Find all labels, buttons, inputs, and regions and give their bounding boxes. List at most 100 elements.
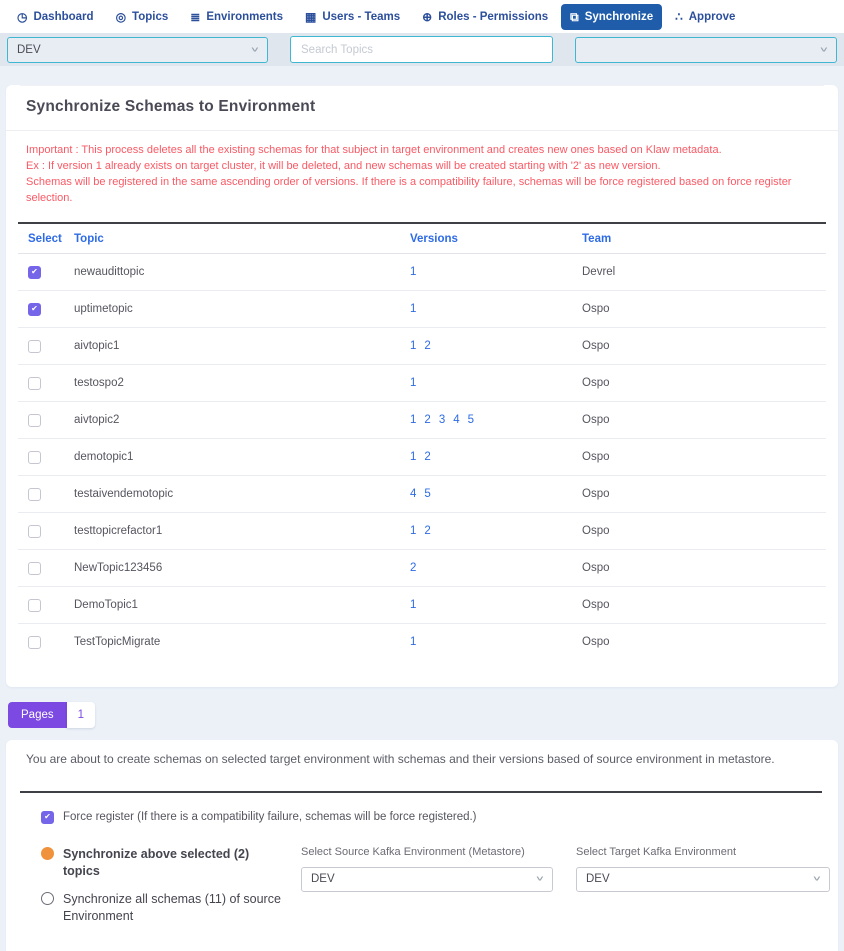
table-row: testtopicrefactor1 12 Ospo — [18, 513, 826, 550]
topics-icon: ◎ — [116, 11, 126, 23]
users-teams-icon: ▦ — [305, 11, 316, 23]
dashboard-icon: ◷ — [17, 11, 27, 23]
version-link[interactable]: 1 — [410, 303, 416, 315]
nav-item-label: Users - Teams — [322, 11, 400, 23]
warning-text: Schemas will be registered in the same a… — [26, 174, 818, 206]
version-link[interactable]: 1 — [410, 377, 416, 389]
pagination: Pages 1 — [8, 702, 844, 727]
topic-versions: 12345 — [410, 402, 582, 439]
top-nav: ◷ Dashboard ◎ Topics ≣ Environments ▦ Us… — [0, 0, 844, 33]
nav-item-approve[interactable]: ∴ Approve — [666, 4, 744, 30]
column-header-versions: Versions — [410, 223, 582, 254]
topic-select-checkbox[interactable] — [28, 414, 41, 427]
warning-text: Important : This process deletes all the… — [26, 142, 818, 158]
version-link[interactable]: 3 — [439, 414, 445, 426]
topic-team: Ospo — [582, 402, 826, 439]
table-row: demotopic1 12 Ospo — [18, 439, 826, 476]
nav-item-synchronize[interactable]: ⧉ Synchronize — [561, 4, 662, 30]
source-env-select[interactable]: DEV ∨ — [301, 867, 553, 892]
version-link[interactable]: 5 — [424, 488, 430, 500]
version-link[interactable]: 1 — [410, 525, 416, 537]
topic-team: Devrel — [582, 254, 826, 291]
nav-item-environments[interactable]: ≣ Environments — [181, 4, 292, 30]
version-link[interactable]: 1 — [410, 266, 416, 278]
version-link[interactable]: 1 — [410, 414, 416, 426]
nav-item-roles-permissions[interactable]: ⊕ Roles - Permissions — [413, 4, 557, 30]
version-link[interactable]: 1 — [410, 451, 416, 463]
team-filter-select[interactable]: ∨ — [575, 37, 837, 63]
force-register-checkbox[interactable]: ✔ — [41, 811, 54, 824]
chevron-down-icon: ∨ — [819, 45, 829, 53]
sync-schemas-panel: Synchronize Schemas to Environment Impor… — [6, 85, 838, 687]
topic-name: testospo2 — [74, 365, 410, 402]
version-link[interactable]: 2 — [424, 414, 430, 426]
topic-versions: 1 — [410, 587, 582, 624]
topic-team: Ospo — [582, 291, 826, 328]
nav-item-topics[interactable]: ◎ Topics — [107, 4, 178, 30]
topic-select-checkbox[interactable] — [28, 340, 41, 353]
force-register-label: Force register (If there is a compatibil… — [63, 811, 477, 823]
topic-select-checkbox[interactable] — [28, 636, 41, 649]
nav-item-users-teams[interactable]: ▦ Users - Teams — [296, 4, 409, 30]
version-link[interactable]: 2 — [410, 562, 416, 574]
topic-select-checkbox[interactable] — [28, 488, 41, 501]
topic-versions: 12 — [410, 328, 582, 365]
version-link[interactable]: 2 — [424, 340, 430, 352]
environment-filter-select[interactable]: DEV ∨ — [7, 37, 268, 63]
version-link[interactable]: 1 — [410, 636, 416, 648]
topic-name: NewTopic123456 — [74, 550, 410, 587]
sync-info-text: You are about to create schemas on selec… — [6, 752, 838, 766]
table-row: ✔ newaudittopic 1 Devrel — [18, 254, 826, 291]
topic-team: Ospo — [582, 587, 826, 624]
nav-item-label: Roles - Permissions — [438, 11, 548, 23]
nav-item-label: Synchronize — [585, 11, 653, 23]
target-env-field: Select Target Kafka Environment DEV ∨ — [576, 846, 830, 936]
column-header-topic: Topic — [74, 223, 410, 254]
version-link[interactable]: 1 — [410, 599, 416, 611]
filter-bar: DEV ∨ ∨ — [0, 33, 844, 66]
sync-all-label: Synchronize all schemas (11) of source E… — [63, 891, 289, 925]
table-row: NewTopic123456 2 Ospo — [18, 550, 826, 587]
nav-item-label: Approve — [689, 11, 736, 23]
topic-versions: 12 — [410, 439, 582, 476]
warning-text: Ex : If version 1 already exists on targ… — [26, 158, 818, 174]
chevron-down-icon: ∨ — [535, 874, 545, 882]
topic-versions: 45 — [410, 476, 582, 513]
version-link[interactable]: 4 — [453, 414, 459, 426]
sync-action-panel: You are about to create schemas on selec… — [6, 740, 838, 951]
table-row: aivtopic1 12 Ospo — [18, 328, 826, 365]
version-link[interactable]: 4 — [410, 488, 416, 500]
table-row: testaivendemotopic 45 Ospo — [18, 476, 826, 513]
nav-item-label: Dashboard — [33, 11, 93, 23]
sync-options-row: Synchronize above selected (2) topics Sy… — [6, 846, 838, 936]
table-row: TestTopicMigrate 1 Ospo — [18, 624, 826, 661]
nav-item-label: Environments — [206, 11, 283, 23]
sync-selected-label: Synchronize above selected (2) topics — [63, 846, 289, 880]
topic-select-checkbox[interactable] — [28, 377, 41, 390]
topic-team: Ospo — [582, 476, 826, 513]
topic-select-checkbox[interactable] — [28, 525, 41, 538]
version-link[interactable]: 2 — [424, 525, 430, 537]
topic-name: testtopicrefactor1 — [74, 513, 410, 550]
topic-name: newaudittopic — [74, 254, 410, 291]
topic-team: Ospo — [582, 513, 826, 550]
topic-name: DemoTopic1 — [74, 587, 410, 624]
topic-select-checkbox[interactable]: ✔ — [28, 303, 41, 316]
topic-select-checkbox[interactable]: ✔ — [28, 266, 41, 279]
sync-all-radio[interactable] — [41, 892, 54, 905]
topic-name: demotopic1 — [74, 439, 410, 476]
topic-select-checkbox[interactable] — [28, 599, 41, 612]
topic-name: TestTopicMigrate — [74, 624, 410, 661]
sync-selected-radio[interactable] — [41, 847, 54, 860]
page-button-1[interactable]: 1 — [67, 702, 95, 728]
topic-name: testaivendemotopic — [74, 476, 410, 513]
version-link[interactable]: 5 — [468, 414, 474, 426]
chevron-down-icon: ∨ — [812, 874, 822, 882]
version-link[interactable]: 2 — [424, 451, 430, 463]
topic-select-checkbox[interactable] — [28, 451, 41, 464]
topic-select-checkbox[interactable] — [28, 562, 41, 575]
nav-item-dashboard[interactable]: ◷ Dashboard — [8, 4, 103, 30]
target-env-select[interactable]: DEV ∨ — [576, 867, 830, 892]
version-link[interactable]: 1 — [410, 340, 416, 352]
search-topics-input[interactable] — [290, 36, 553, 63]
